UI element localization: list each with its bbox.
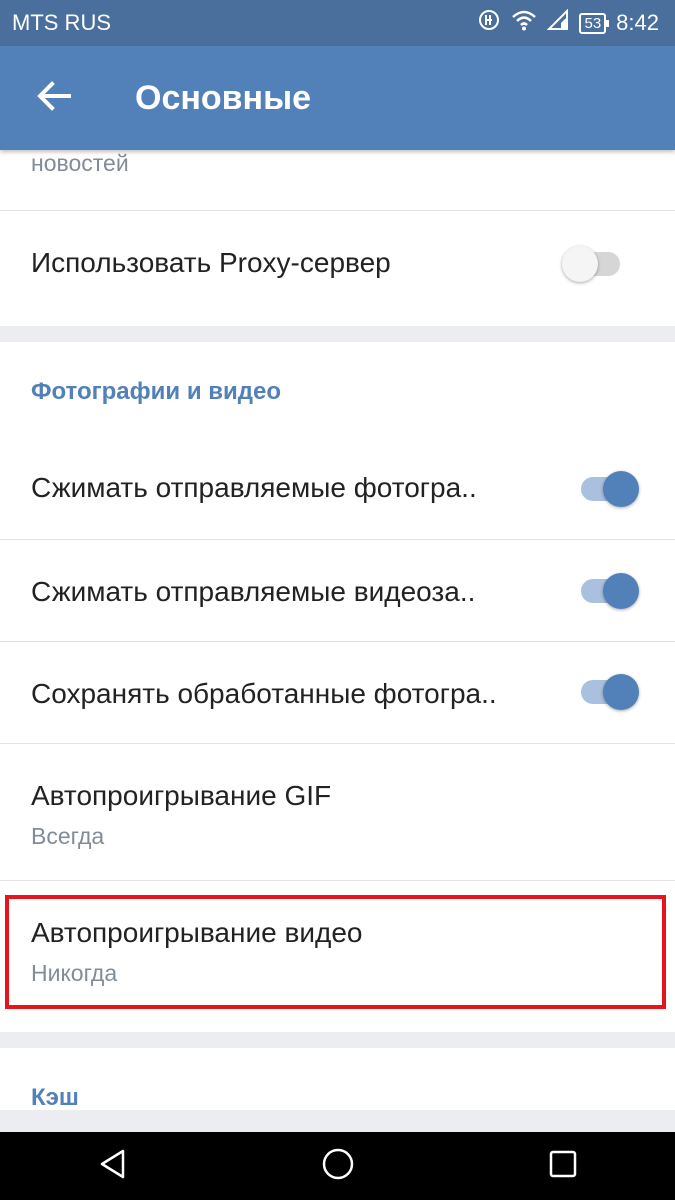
app-bar: Основные [0, 46, 675, 150]
proxy-toggle[interactable] [562, 244, 624, 284]
data-saver-icon [477, 8, 501, 38]
save-processed-photos-toggle[interactable] [577, 672, 639, 712]
arrow-left-icon [37, 80, 71, 116]
cache-card: Кэш [0, 1048, 675, 1111]
photos-section-header: Фотографии и видео [0, 342, 675, 436]
setting-label: Автопроигрывание GIF [31, 780, 332, 811]
battery-icon: 53 [579, 12, 609, 34]
compress-videos-toggle[interactable] [577, 571, 639, 611]
wifi-icon [511, 9, 537, 37]
back-button[interactable] [20, 64, 88, 132]
clock: 8:42 [616, 10, 659, 35]
news-setting-subtitle: новостей [31, 150, 129, 176]
carrier-name: MTS RUS [12, 10, 111, 35]
triangle-back-icon [97, 1148, 129, 1185]
compress-photos-toggle[interactable] [577, 469, 639, 509]
proxy-label: Использовать Proxy-сервер [31, 247, 391, 278]
autoplay-gif-row[interactable]: Автопроигрывание GIF Всегда [0, 743, 675, 880]
section-title: Фотографии и видео [31, 378, 281, 405]
highlight-frame [5, 895, 666, 1009]
setting-label: Сжимать отправляемые видеоза.. [31, 576, 476, 607]
setting-value: Всегда [31, 823, 105, 849]
signal-icon [547, 8, 569, 37]
save-processed-photos-row[interactable]: Сохранять обработанные фотогра.. [0, 641, 675, 743]
status-icons: 53 8:42 [477, 8, 659, 38]
square-recents-icon [548, 1149, 578, 1184]
proxy-setting-row[interactable]: Использовать Proxy-сервер [0, 210, 675, 326]
circle-home-icon [321, 1147, 355, 1186]
nav-home-button[interactable] [278, 1132, 398, 1200]
status-bar: MTS RUS 53 8:42 [0, 0, 675, 46]
setting-label: Сжимать отправляемые фотогра.. [31, 472, 477, 503]
section-title: Кэш [31, 1084, 79, 1111]
navigation-bar [0, 1132, 675, 1200]
setting-label: Сохранять обработанные фотогра.. [31, 678, 497, 709]
nav-recents-button[interactable] [503, 1132, 623, 1200]
page-title: Основные [135, 78, 312, 117]
general-card: новостей Использовать Proxy-сервер [0, 150, 675, 326]
nav-back-button[interactable] [53, 1132, 173, 1200]
compress-photos-row[interactable]: Сжимать отправляемые фотогра.. [0, 436, 675, 539]
compress-videos-row[interactable]: Сжимать отправляемые видеоза.. [0, 539, 675, 641]
settings-list[interactable]: новостей Использовать Proxy-сервер Фотог… [0, 150, 675, 1132]
news-setting-row[interactable]: новостей [0, 150, 675, 210]
